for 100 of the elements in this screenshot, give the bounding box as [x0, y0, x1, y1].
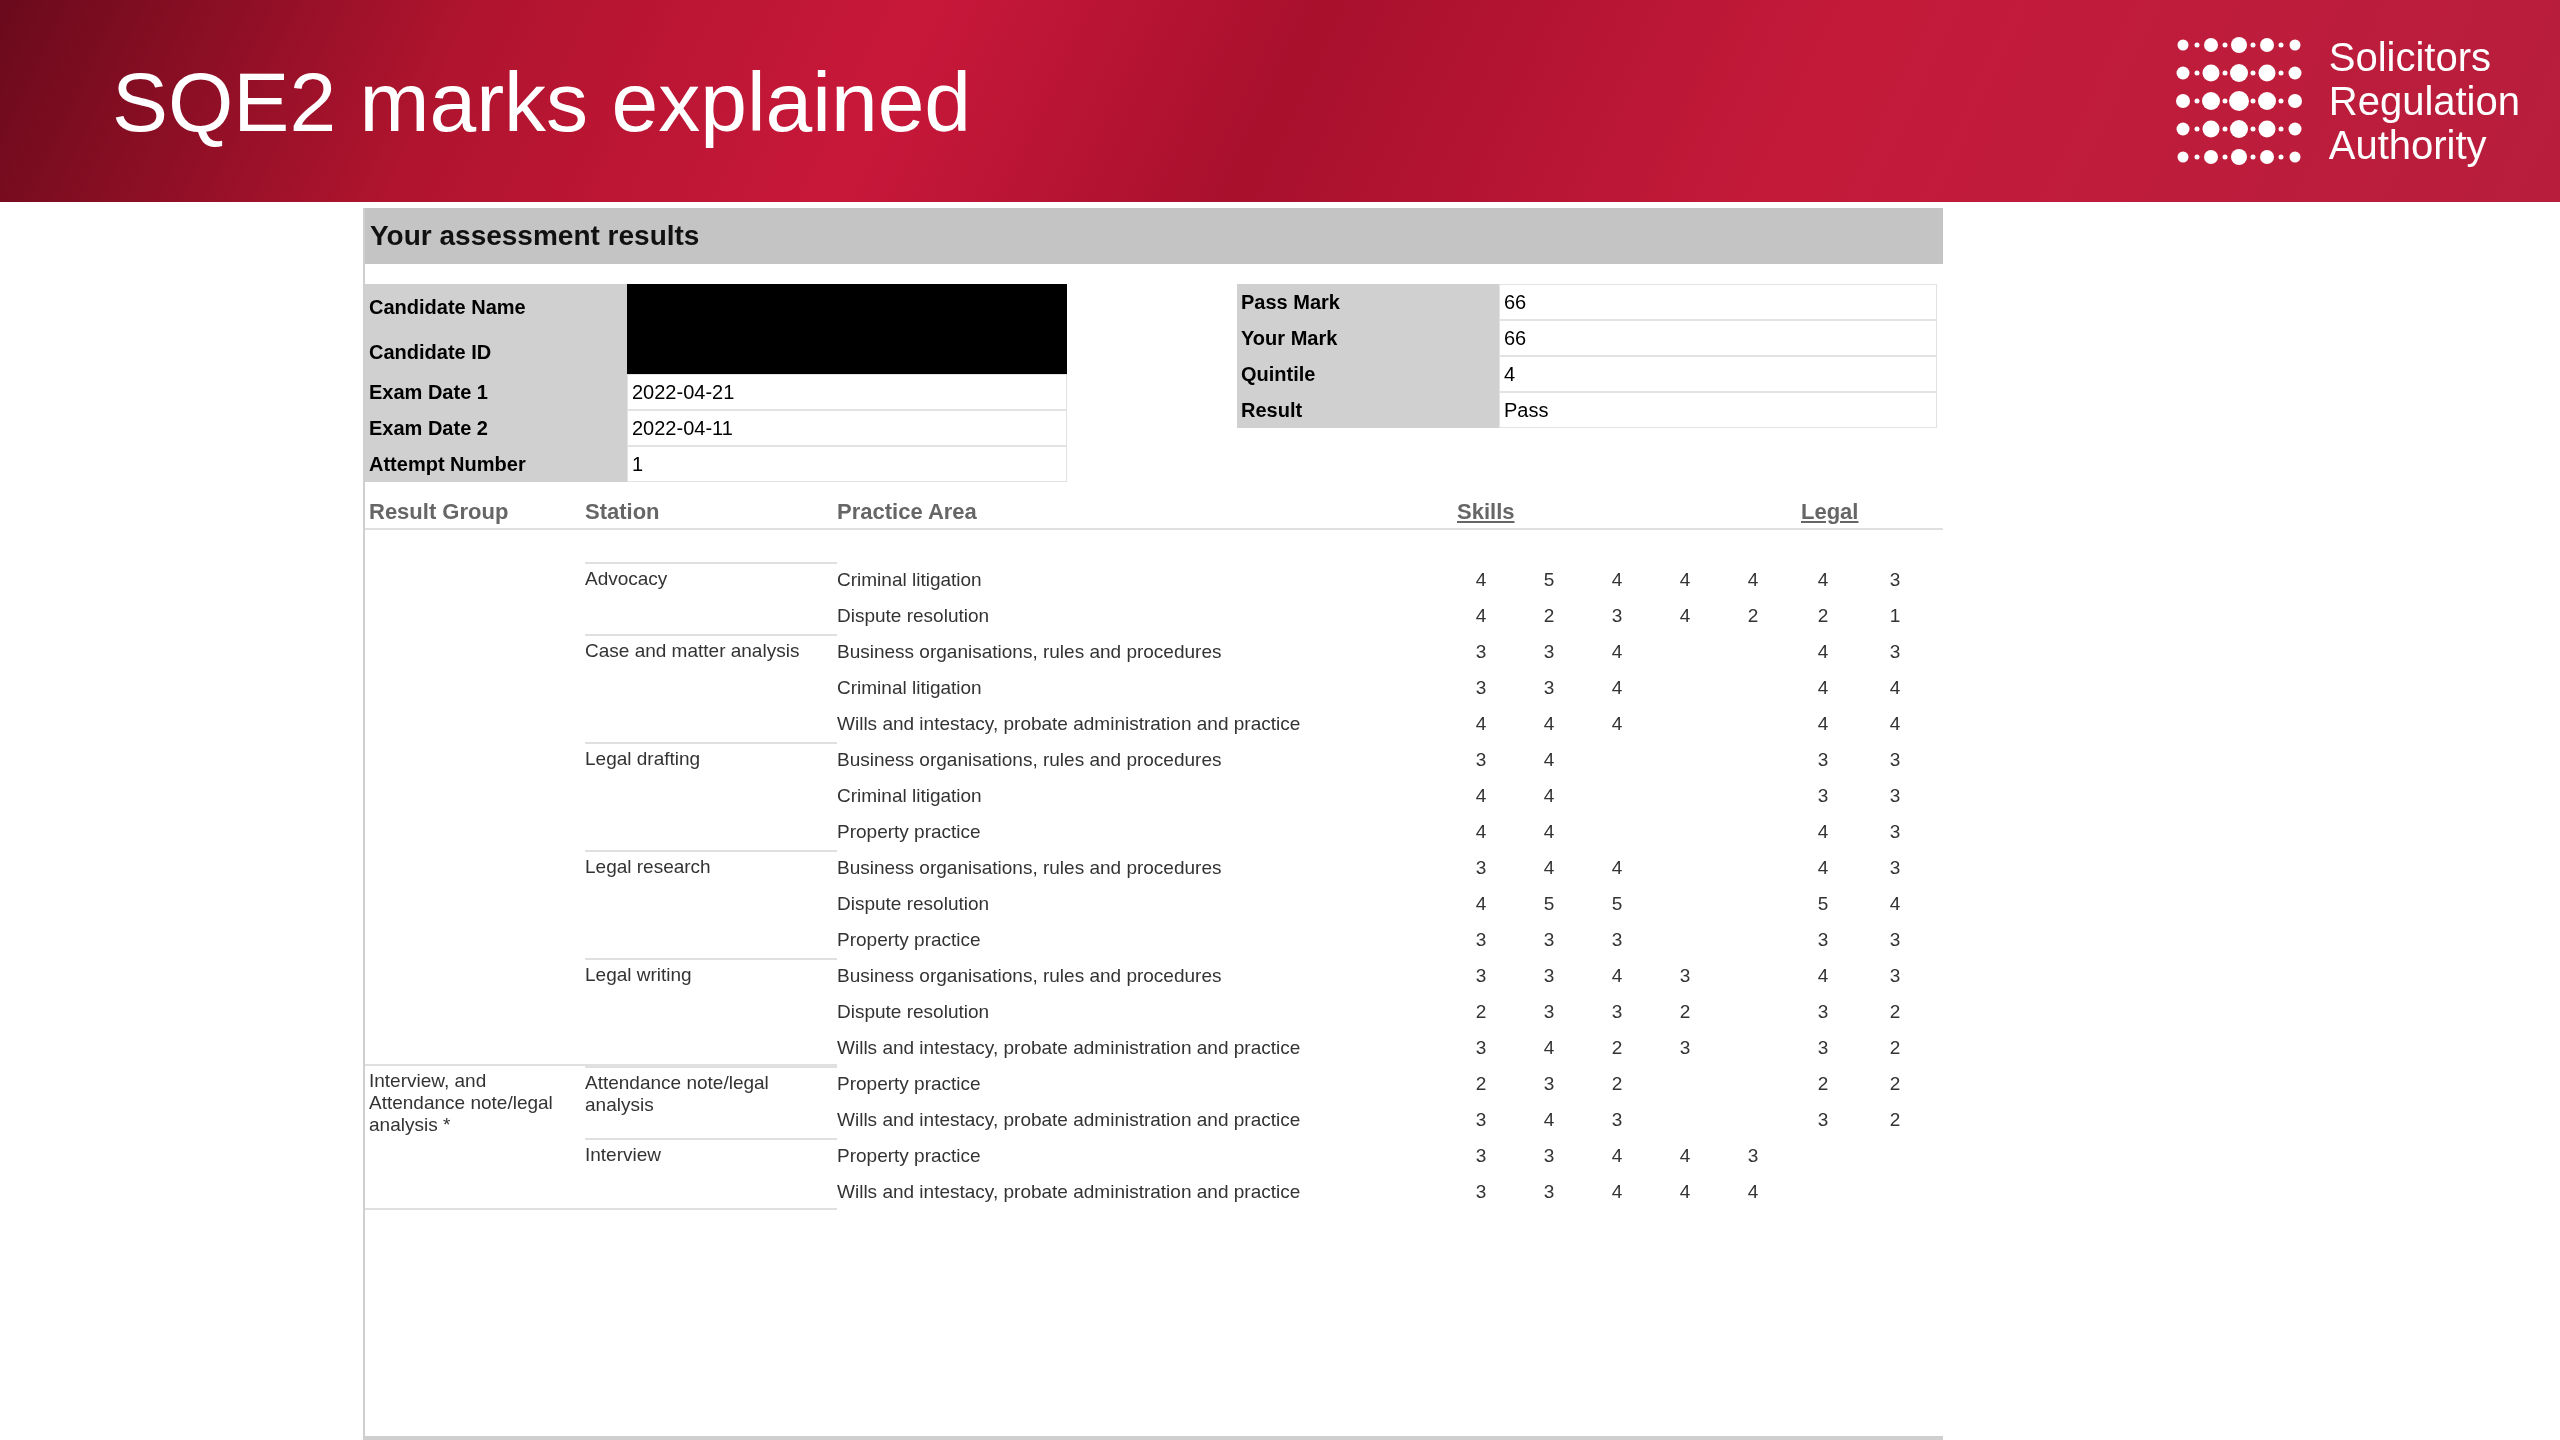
field-label: Attempt Number: [369, 452, 526, 477]
score-cell-text: 4: [1611, 675, 1623, 700]
score-cell-text: 2: [1889, 1071, 1901, 1096]
document-heading: Your assessment results: [365, 208, 1943, 264]
field-label: Result: [1241, 398, 1303, 423]
column-header: Result Group: [368, 498, 510, 526]
practice-area-cell: Business organisations, rules and procedures: [837, 964, 1222, 986]
score-cell-text: 3: [1611, 999, 1623, 1024]
score-cell-text: 3: [1543, 1143, 1555, 1168]
score-cell-text: 3: [1679, 963, 1691, 988]
score-cell-text: 4: [1611, 567, 1623, 592]
practice-area-cell: Property practice: [837, 1072, 981, 1094]
practice-area-cell: Dispute resolution: [837, 604, 990, 626]
score-cell-text: 4: [1475, 783, 1487, 808]
score-cell-text: 3: [1475, 1107, 1487, 1132]
score-cell-text: 3: [1611, 927, 1623, 952]
score-cell-text: 2: [1611, 1035, 1623, 1060]
score-cell-text: 3: [1475, 927, 1487, 952]
score-cell-text: 2: [1543, 603, 1555, 628]
score-cell-text: 5: [1817, 891, 1829, 916]
score-cell-text: 4: [1611, 711, 1623, 736]
score-cell-text: 4: [1747, 567, 1759, 592]
field-value: 66: [1499, 284, 1937, 320]
score-cell-text: 4: [1611, 963, 1623, 988]
score-cell-text: 5: [1543, 891, 1555, 916]
slide-title: SQE2 marks explained: [112, 54, 972, 151]
score-cell-text: 3: [1543, 639, 1555, 664]
column-header: Station: [585, 498, 661, 526]
field-value: 4: [1499, 356, 1937, 392]
station-label: Attendance note/legal analysis: [585, 1072, 769, 1115]
score-cell-text: 4: [1543, 1035, 1555, 1060]
field-label: Candidate Name: [369, 294, 527, 320]
score-cell-text: 3: [1889, 747, 1901, 772]
score-cell-text: 4: [1817, 963, 1829, 988]
score-cell-text: 2: [1889, 1035, 1901, 1060]
practice-area-cell: Criminal litigation: [837, 568, 982, 590]
field-value: 66: [1499, 320, 1937, 356]
score-cell-text: 4: [1817, 855, 1829, 880]
score-cell-text: 3: [1817, 747, 1829, 772]
practice-area-cell: Wills and intestacy, probate administration and practice: [837, 1108, 1301, 1130]
field-value: 1: [627, 446, 1067, 482]
station-label: Case and matter analysis: [585, 640, 800, 661]
score-cell-text: 2: [1611, 1071, 1623, 1096]
score-cell-text: 2: [1889, 1107, 1901, 1132]
column-header: Practice Area: [837, 498, 978, 526]
score-cell-text: 3: [1543, 963, 1555, 988]
score-cell-text: 2: [1889, 999, 1901, 1024]
score-cell-text: 4: [1889, 891, 1901, 916]
score-cell-text: 4: [1611, 1179, 1623, 1204]
score-cell-text: 2: [1679, 999, 1691, 1024]
score-cell-text: 4: [1889, 711, 1901, 736]
score-cell-text: 4: [1543, 1107, 1555, 1132]
score-cell-text: 4: [1679, 603, 1691, 628]
score-cell-text: 3: [1747, 1143, 1759, 1168]
practice-area-cell: Property practice: [837, 928, 981, 950]
score-cell-text: 4: [1543, 711, 1555, 736]
practice-area-cell: Business organisations, rules and procedures: [837, 856, 1222, 878]
score-cell-text: 3: [1475, 1035, 1487, 1060]
column-header: Legal: [1801, 499, 1859, 524]
column-header: Skills: [1457, 499, 1515, 524]
score-cell-text: 3: [1817, 927, 1829, 952]
logo-wordmark: Solicitors Regulation Authority: [2328, 35, 2520, 167]
practice-area-cell: Business organisations, rules and procedures: [837, 640, 1222, 662]
station-label: Legal writing: [585, 964, 692, 985]
score-cell-text: 3: [1611, 603, 1623, 628]
score-cell-text: 4: [1679, 1143, 1691, 1168]
score-cell-text: 4: [1611, 639, 1623, 664]
score-cell-text: 2: [1817, 603, 1829, 628]
practice-area-cell: Criminal litigation: [837, 676, 982, 698]
score-cell-text: 4: [1817, 675, 1829, 700]
result-group-label: Interview, and Attendance note/legal analysis *: [369, 1070, 553, 1135]
score-cell-text: 4: [1611, 855, 1623, 880]
score-cell-text: 3: [1889, 819, 1901, 844]
score-cell-text: 3: [1889, 855, 1901, 880]
score-cell-text: 4: [1543, 819, 1555, 844]
practice-area-cell: Wills and intestacy, probate administration and practice: [837, 1036, 1301, 1058]
score-cell-text: 4: [1747, 1179, 1759, 1204]
score-cell-text: 3: [1611, 1107, 1623, 1132]
practice-area-cell: Business organisations, rules and procedures: [837, 748, 1222, 770]
score-cell-text: 3: [1543, 675, 1555, 700]
score-cell-text: 4: [1475, 603, 1487, 628]
score-cell-text: 1: [1889, 603, 1901, 628]
score-cell-text: 4: [1475, 819, 1487, 844]
score-cell-text: 5: [1543, 567, 1555, 592]
score-cell-text: 3: [1543, 999, 1555, 1024]
score-cell-text: 2: [1747, 603, 1759, 628]
field-label: Quintile: [1241, 362, 1316, 387]
score-cell-text: 3: [1543, 1179, 1555, 1204]
score-cell-text: 3: [1475, 675, 1487, 700]
score-cell-text: 4: [1679, 567, 1691, 592]
score-cell-text: 4: [1817, 567, 1829, 592]
score-cell-text: 3: [1679, 1035, 1691, 1060]
field-label: Pass Mark: [1241, 290, 1340, 315]
score-cell-text: 4: [1543, 747, 1555, 772]
score-cell-text: 3: [1817, 783, 1829, 808]
score-cell-text: 3: [1475, 1179, 1487, 1204]
field-value: Pass: [1499, 392, 1937, 428]
score-cell-text: 2: [1475, 1071, 1487, 1096]
field-label: Exam Date 2: [369, 416, 488, 441]
practice-area-cell: Property practice: [837, 1144, 981, 1166]
